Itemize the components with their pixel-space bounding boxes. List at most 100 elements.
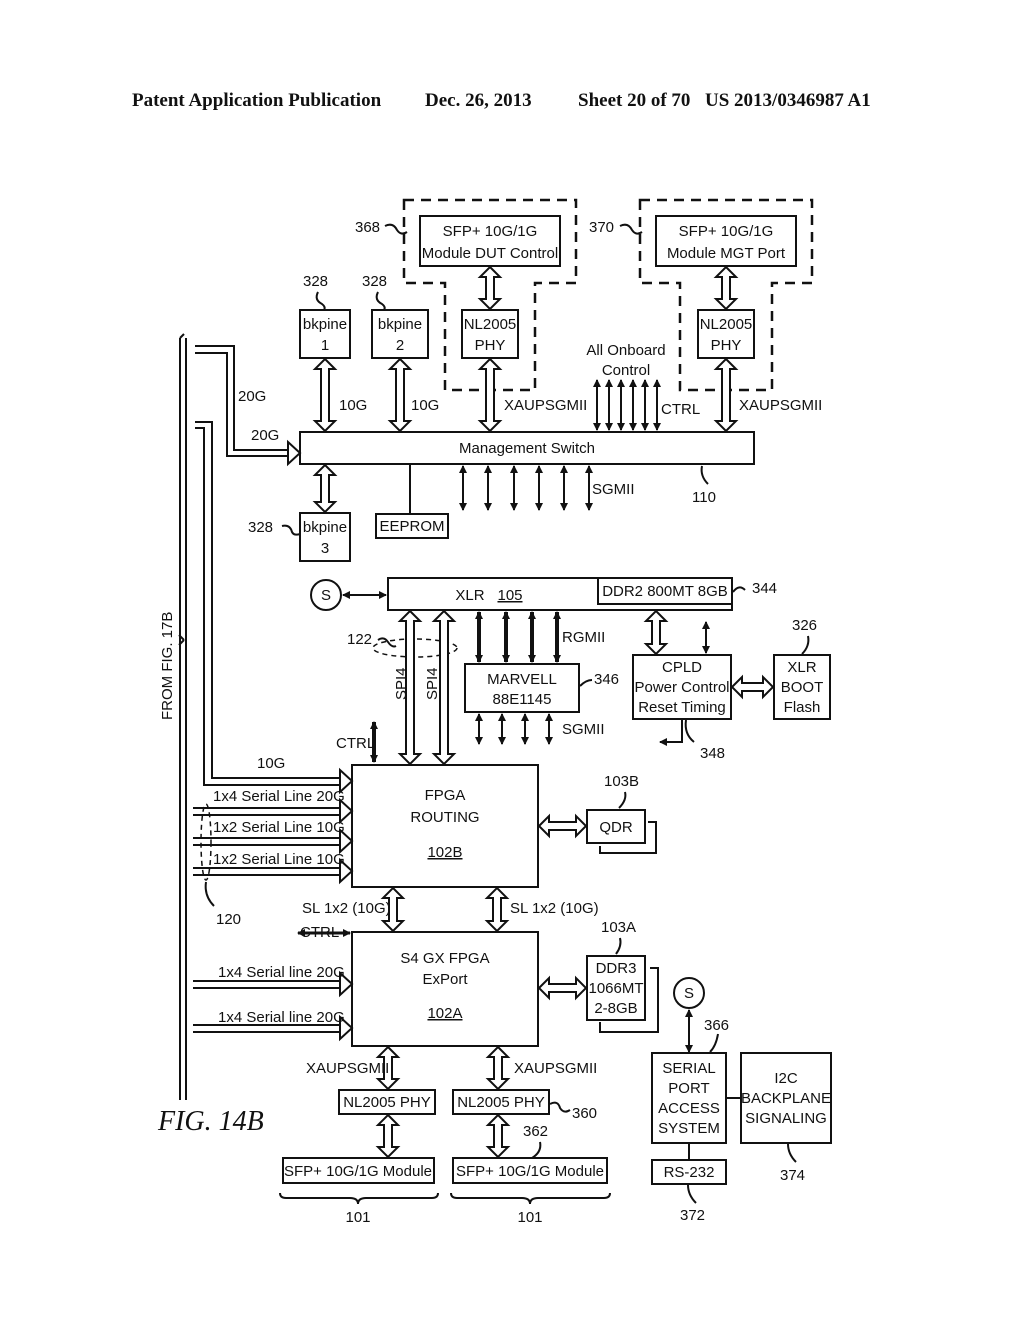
bus-cpld-bootflash — [730, 674, 775, 700]
label-xaupsgmii-dut: XAUPSGMII — [504, 397, 587, 414]
svg-text:NL2005: NL2005 — [464, 316, 517, 333]
svg-text:SFP+ 10G/1G: SFP+ 10G/1G — [443, 223, 538, 240]
from-fig-label: FROM FIG. 17B — [159, 612, 176, 720]
figure-label: FIG. 14B — [157, 1106, 264, 1137]
label-all-onboard: All Onboard — [586, 342, 665, 359]
management-switch-block: Management Switch — [299, 431, 755, 465]
sfp-dut-control-block: SFP+ 10G/1G Module DUT Control — [419, 215, 561, 267]
block-diagram: SFP+ 10G/1G Module DUT Control SFP+ 10G/… — [157, 198, 832, 1226]
ref-372: 372 — [680, 1207, 705, 1224]
ref-328-b: 328 — [362, 273, 387, 290]
svg-text:S4 GX FPGA: S4 GX FPGA — [400, 950, 489, 967]
svg-text:2-8GB: 2-8GB — [594, 1000, 637, 1017]
bus-switch-bkpine3 — [312, 463, 338, 514]
ddr2-block: DDR2 800MT 8GB — [602, 583, 728, 600]
ref-328-a: 328 — [303, 273, 328, 290]
bus-bkpine1-switch — [312, 357, 338, 433]
svg-text:SFP+ 10G/1G: SFP+ 10G/1G — [679, 223, 774, 240]
eeprom-block: EEPROM — [375, 513, 449, 539]
qdr-block: QDR — [586, 809, 657, 854]
ref-110: 110 — [692, 489, 716, 506]
svg-text:SFP+ 10G/1G Module: SFP+ 10G/1G Module — [456, 1163, 604, 1180]
svg-text:bkpine: bkpine — [303, 316, 347, 333]
ddr3-block: DDR3 1066MT 2-8GB — [586, 955, 659, 1033]
ref-366: 366 — [704, 1017, 729, 1034]
label-sl-right: SL 1x2 (10G) — [510, 900, 599, 917]
bus-bkpine2-switch — [387, 357, 413, 433]
svg-text:SERIAL: SERIAL — [662, 1060, 715, 1077]
label-serial-1x2-a: 1x2 Serial Line 10G — [213, 819, 345, 836]
phy-right-block: NL2005 PHY — [452, 1089, 550, 1115]
label-ctrl-routing: CTRL — [336, 735, 375, 752]
svg-text:2: 2 — [396, 337, 404, 354]
svg-text:102A: 102A — [427, 1005, 462, 1022]
ref-344: 344 — [752, 580, 777, 597]
svg-text:SFP+ 10G/1G Module: SFP+ 10G/1G Module — [284, 1163, 432, 1180]
label-10g-bkpine1: 10G — [339, 397, 367, 414]
bus-phy-sfp-left — [375, 1113, 401, 1159]
svg-text:FPGA: FPGA — [425, 787, 466, 804]
label-xaupsgmii-mgt: XAUPSGMII — [739, 397, 822, 414]
fpga-routing-block: FPGA ROUTING 102B — [351, 764, 539, 888]
svg-text:Module DUT Control: Module DUT Control — [422, 245, 558, 262]
bus-sfp-dut-phy — [477, 265, 503, 311]
bkpine-3-block: bkpine 3 — [299, 512, 351, 562]
label-sgmii-switch: SGMII — [592, 481, 635, 498]
sfp-mgt-port-block: SFP+ 10G/1G Module MGT Port — [655, 215, 797, 267]
bus-export-ddr3 — [537, 975, 588, 1001]
phy-left-block: NL2005 PHY — [338, 1089, 436, 1115]
s-node-top: S — [310, 579, 342, 611]
svg-text:XLR: XLR — [787, 659, 816, 676]
svg-text:bkpine: bkpine — [378, 316, 422, 333]
svg-text:EEPROM: EEPROM — [379, 518, 444, 535]
svg-text:Power Control: Power Control — [634, 679, 729, 696]
svg-text:NL2005 PHY: NL2005 PHY — [343, 1094, 431, 1111]
ref-368: 368 — [355, 219, 380, 236]
label-ctrl-top: CTRL — [661, 401, 700, 418]
svg-text:PORT: PORT — [668, 1080, 709, 1097]
svg-text:ACCESS: ACCESS — [658, 1100, 720, 1117]
svg-text:105: 105 — [497, 587, 522, 604]
svg-text:Module MGT Port: Module MGT Port — [667, 245, 786, 262]
ref-326: 326 — [792, 617, 817, 634]
label-spi4-b: SPI4 — [424, 667, 441, 700]
svg-text:S: S — [321, 587, 331, 604]
svg-text:BOOT: BOOT — [781, 679, 824, 696]
ref-348: 348 — [700, 745, 725, 762]
label-spi4-a: SPI4 — [393, 667, 410, 700]
ref-103b: 103B — [604, 773, 639, 790]
cpld-block: CPLD Power Control Reset Timing — [632, 654, 732, 720]
label-20g-a: 20G — [238, 388, 266, 405]
ref-101-right: 101 — [517, 1209, 542, 1226]
svg-text:PHY: PHY — [711, 337, 742, 354]
bus-phy-dut-switch — [477, 357, 503, 433]
ref-374: 374 — [780, 1167, 805, 1184]
svg-text:BACKPLANE: BACKPLANE — [741, 1090, 831, 1107]
label-xaupsgmii-left: XAUPSGMII — [306, 1060, 389, 1077]
sfp-module-left-block: SFP+ 10G/1G Module — [282, 1157, 435, 1184]
svg-text:102B: 102B — [427, 844, 462, 861]
bus-sl-right — [484, 886, 510, 933]
label-serial-line-a: 1x4 Serial line 20G — [218, 964, 345, 981]
label-rgmii: RGMII — [562, 629, 605, 646]
ref-122: 122 — [347, 631, 372, 648]
phy-mgt-block: NL2005 PHY — [697, 309, 755, 359]
svg-text:NL2005 PHY: NL2005 PHY — [457, 1094, 545, 1111]
svg-text:3: 3 — [321, 540, 329, 557]
svg-text:1066MT: 1066MT — [588, 980, 643, 997]
label-control: Control — [602, 362, 650, 379]
svg-text:DDR3: DDR3 — [596, 960, 637, 977]
ref-101-left: 101 — [345, 1209, 370, 1226]
xlr-boot-flash-block: XLR BOOT Flash — [773, 654, 831, 720]
bus-phy-mgt-switch — [713, 357, 739, 433]
svg-text:NL2005: NL2005 — [700, 316, 753, 333]
label-sgmii-marvell: SGMII — [562, 721, 605, 738]
label-serial-line-b: 1x4 Serial line 20G — [218, 1009, 345, 1026]
ref-120: 120 — [216, 911, 241, 928]
ref-360: 360 — [572, 1105, 597, 1122]
bus-phy-sfp-right — [485, 1113, 511, 1159]
svg-text:QDR: QDR — [599, 819, 633, 836]
svg-text:SIGNALING: SIGNALING — [745, 1110, 827, 1127]
marvell-block: MARVELL 88E1145 — [464, 663, 580, 713]
svg-text:bkpine: bkpine — [303, 519, 347, 536]
